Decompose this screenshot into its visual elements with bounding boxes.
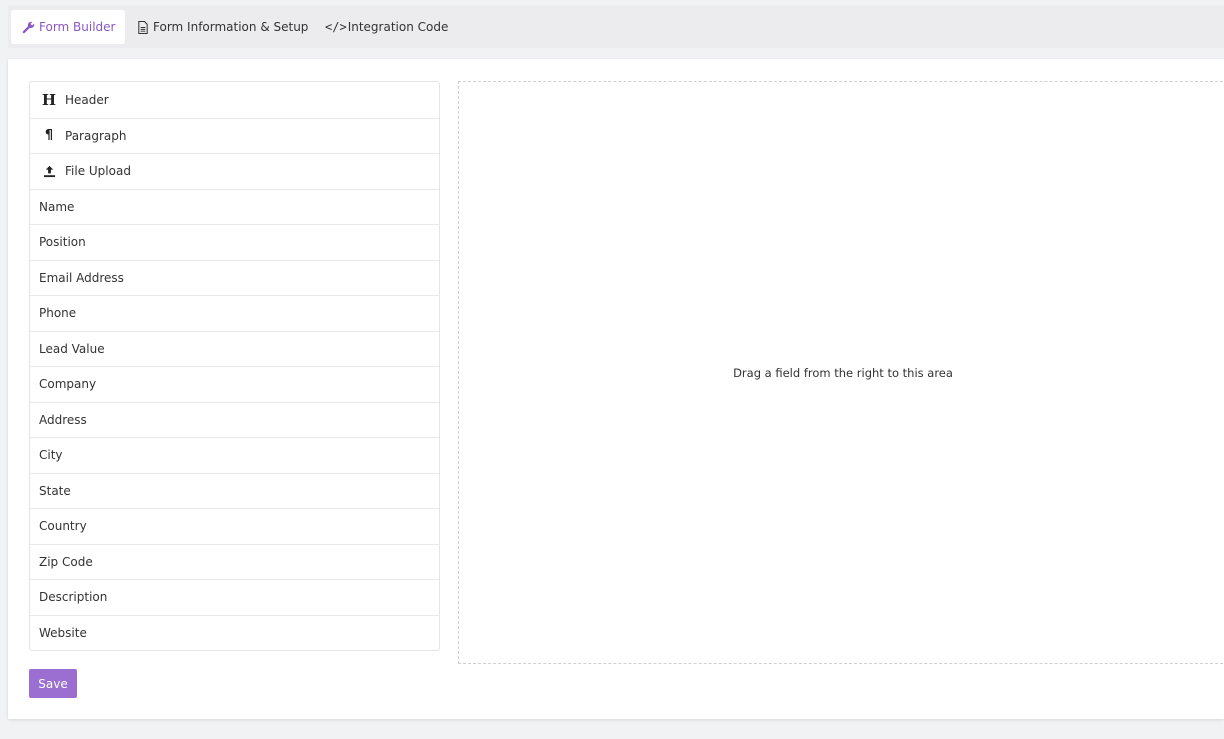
header-icon: H	[41, 90, 57, 109]
tab-label: Integration Code	[347, 20, 449, 34]
field-label: City	[39, 448, 63, 463]
drop-zone-hint: Drag a field from the right to this area	[733, 365, 953, 380]
field-label: Country	[39, 519, 87, 534]
field-label: Position	[39, 235, 86, 250]
field-item-header[interactable]: H Header	[30, 82, 439, 118]
field-label: Email Address	[39, 270, 124, 285]
field-item-company[interactable]: Company	[30, 366, 439, 402]
field-item-address[interactable]: Address	[30, 401, 439, 438]
save-button[interactable]: Save	[29, 669, 77, 698]
field-label: Description	[39, 590, 108, 605]
field-label: Name	[39, 199, 75, 214]
field-label: File Upload	[65, 164, 131, 179]
field-label: Company	[39, 377, 97, 392]
field-item-zip-code[interactable]: Zip Code	[30, 543, 439, 580]
tab-form-builder[interactable]: Form Builder	[11, 10, 126, 44]
field-label: Address	[39, 412, 87, 427]
upload-icon	[39, 165, 59, 178]
wrench-icon	[22, 21, 35, 34]
field-label: Lead Value	[39, 341, 105, 356]
field-item-website[interactable]: Website	[30, 614, 439, 651]
code-icon: </>	[325, 20, 347, 34]
field-palette: H Header ¶ Paragraph File Upload Name Po…	[29, 81, 440, 651]
field-item-name[interactable]: Name	[30, 188, 439, 225]
field-label: Paragraph	[65, 128, 127, 143]
field-item-lead-value[interactable]: Lead Value	[30, 330, 439, 367]
paragraph-icon: ¶	[44, 128, 54, 144]
tab-form-information-setup[interactable]: Form Information & Setup	[137, 10, 308, 44]
tab-label: Form Information & Setup	[153, 20, 309, 34]
form-drop-zone[interactable]: Drag a field from the right to this area	[458, 81, 1224, 664]
field-item-email-address[interactable]: Email Address	[30, 259, 439, 296]
field-label: Website	[39, 625, 87, 640]
field-item-description[interactable]: Description	[30, 579, 439, 615]
field-item-position[interactable]: Position	[30, 224, 439, 260]
field-label: Zip Code	[39, 554, 93, 569]
tab-label: Form Builder	[39, 20, 116, 34]
field-item-country[interactable]: Country	[30, 508, 439, 544]
tabs-bar: Form Builder Form Information & Setup </…	[8, 6, 1224, 48]
tab-integration-code[interactable]: </> Integration Code	[325, 10, 448, 44]
field-label: State	[39, 483, 71, 498]
field-label: Header	[65, 92, 109, 107]
field-label: Phone	[39, 306, 77, 321]
field-item-file-upload[interactable]: File Upload	[30, 153, 439, 189]
document-icon	[137, 20, 149, 34]
field-item-state[interactable]: State	[30, 472, 439, 509]
field-item-city[interactable]: City	[30, 437, 439, 473]
field-item-phone[interactable]: Phone	[30, 295, 439, 331]
form-builder-panel: H Header ¶ Paragraph File Upload Name Po…	[8, 59, 1224, 719]
field-item-paragraph[interactable]: ¶ Paragraph	[30, 117, 439, 154]
